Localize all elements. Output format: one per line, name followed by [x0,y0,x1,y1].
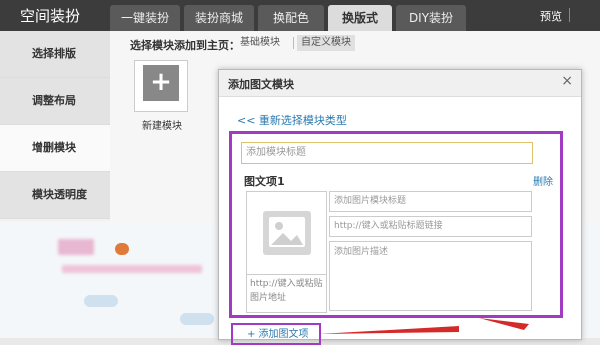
tab-color[interactable]: 换配色 [258,5,324,31]
top-bar: 空间装扮 一键装扮 装扮商城 换配色 换版式 DIY装扮 预览 [0,0,600,31]
blurred-text [62,265,202,273]
sidebar: 选择排版 调整布局 增删模块 模块透明度 [0,31,110,221]
plus-icon: + [143,65,179,101]
tab-basic-modules[interactable]: 基础模块 [236,35,284,51]
tab-diy[interactable]: DIY装扮 [396,5,466,31]
picture-icon [269,217,305,247]
image-title-input[interactable]: 添加图片模块标题 [329,191,532,212]
annotation-arrow [319,318,529,334]
tab-one-click[interactable]: 一键装扮 [110,5,180,31]
preview-link[interactable]: 预览 [540,8,562,24]
tab-store[interactable]: 装扮商城 [184,5,254,31]
image-text-item-title: 图文项1 [244,175,285,188]
app-title: 空间装扮 [20,7,81,25]
blurred-text [58,239,94,255]
tab-custom-modules[interactable]: 自定义模块 [297,35,355,51]
blurred-icon [115,243,129,255]
cloud-decoration [84,295,118,307]
image-description-textarea[interactable]: 添加图片描述 [329,241,532,311]
image-upload-box[interactable]: http://键入或粘贴图片地址 [246,191,327,313]
tab-layout[interactable]: 换版式 [328,5,392,31]
sidebar-item-add-remove-modules[interactable]: 增删模块 [0,125,110,172]
new-module-button[interactable]: + [134,60,188,112]
reselect-module-type-link[interactable]: << 重新选择模块类型 [237,112,347,128]
dialog-title: 添加图文模块 [228,78,294,91]
divider [293,37,294,49]
new-module-label: 新建模块 [142,121,182,132]
image-url-input[interactable]: http://键入或粘贴图片地址 [247,274,326,312]
module-panel-label: 选择模块添加到主页： [130,39,240,52]
divider [569,8,570,22]
module-title-input[interactable]: 添加模块标题 [241,142,533,164]
delete-item-link[interactable]: 删除 [533,173,553,188]
title-link-input[interactable]: http://键入或粘贴标题链接 [329,216,532,237]
image-placeholder-icon [263,211,311,255]
add-image-text-module-dialog: 添加图文模块 × << 重新选择模块类型 添加模块标题 图文项1 删除 http… [218,69,582,345]
sidebar-item-select-layout[interactable]: 选择排版 [0,31,110,78]
cloud-decoration [180,313,214,325]
sidebar-item-module-transparency[interactable]: 模块透明度 [0,172,110,219]
sidebar-item-adjust-layout[interactable]: 调整布局 [0,78,110,125]
close-icon[interactable]: × [561,73,573,89]
dialog-header: 添加图文模块 × [219,70,581,97]
